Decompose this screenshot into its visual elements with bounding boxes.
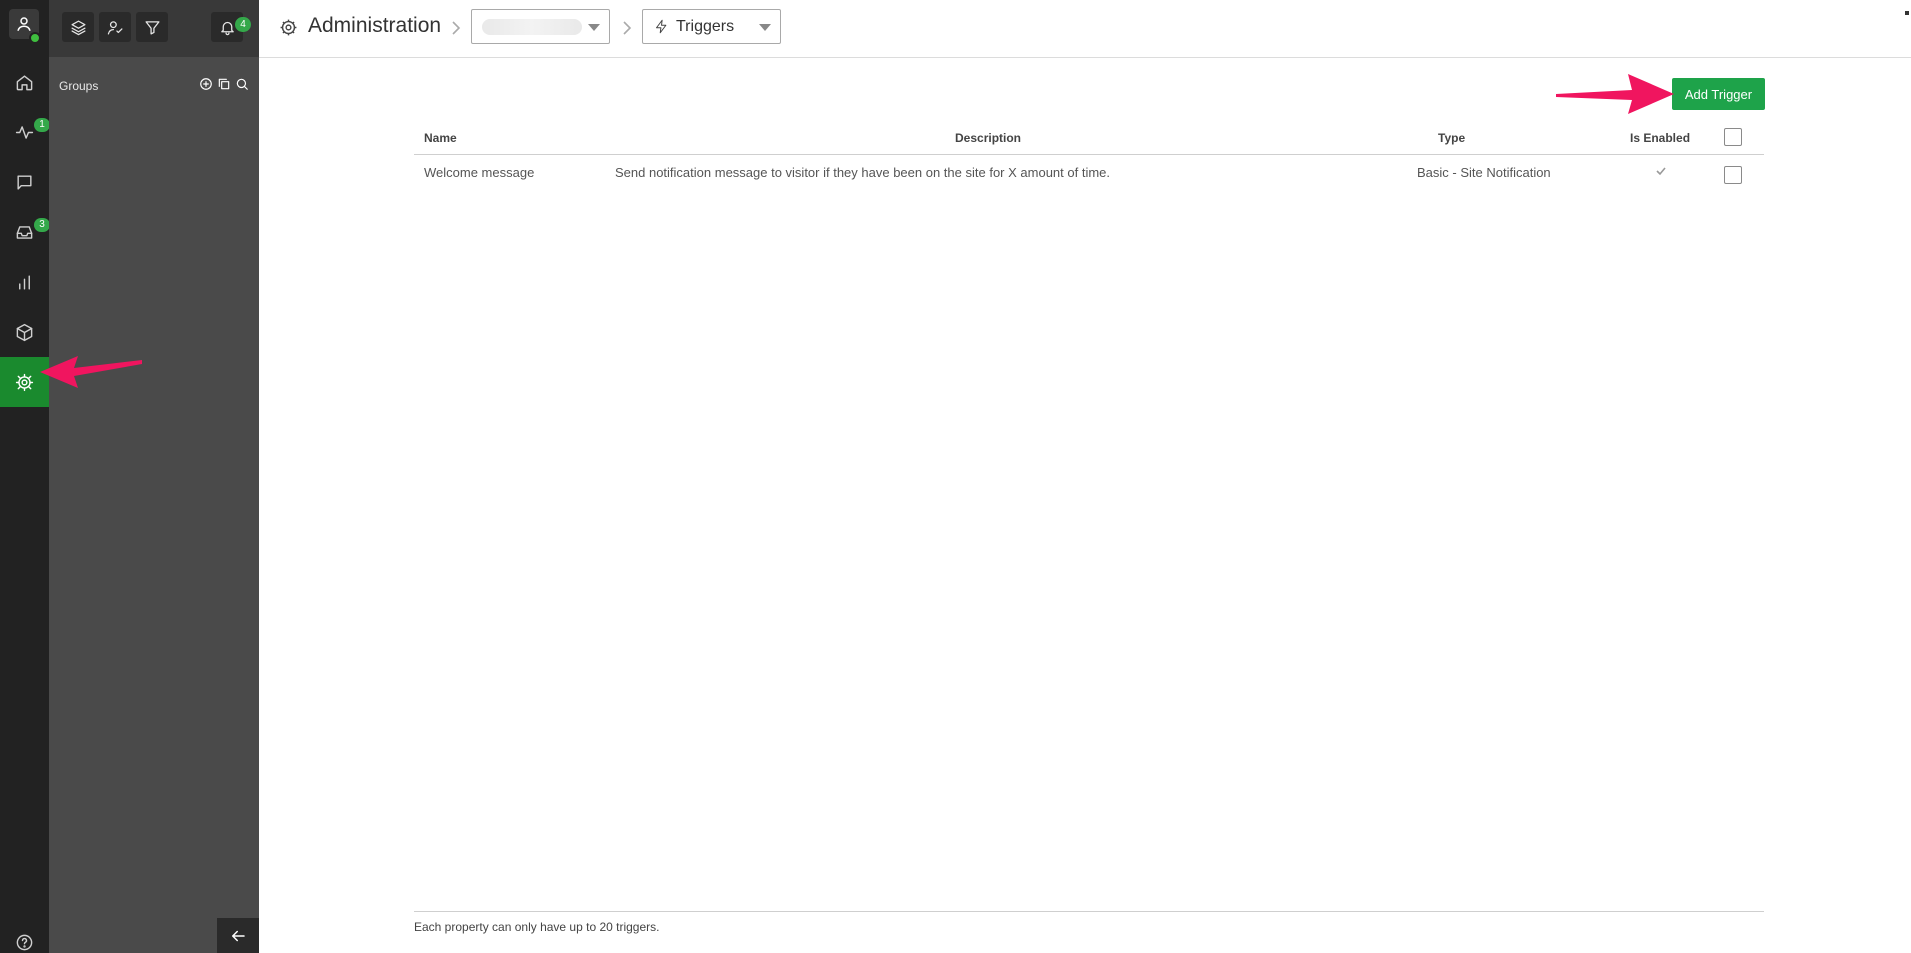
footer-divider xyxy=(414,911,1764,912)
breadcrumb-separator xyxy=(450,19,462,42)
user-check-icon xyxy=(107,20,123,35)
navigation-rail: 1 3 xyxy=(0,0,50,953)
filter-button[interactable] xyxy=(136,12,168,42)
filter-icon xyxy=(144,20,160,35)
lightning-icon-wrap xyxy=(654,19,669,39)
trigger-name[interactable]: Welcome message xyxy=(424,165,534,180)
column-description[interactable]: Description xyxy=(955,131,1021,145)
section-select-value: Triggers xyxy=(676,18,735,35)
chat-icon xyxy=(17,174,32,190)
chevron-right-icon xyxy=(452,21,461,35)
column-is-enabled[interactable]: Is Enabled xyxy=(1630,131,1690,145)
annotation-arrow-icon xyxy=(1556,74,1674,114)
select-all-checkbox[interactable] xyxy=(1724,128,1742,146)
groups-panel: 4 Groups xyxy=(49,0,259,953)
box-icon xyxy=(16,323,33,341)
layers-button[interactable] xyxy=(62,12,94,42)
arrow-left-icon xyxy=(232,930,245,941)
add-circle-icon[interactable] xyxy=(199,77,213,91)
bar-chart-icon xyxy=(19,274,30,290)
rail-help-button[interactable] xyxy=(0,917,49,953)
groups-actions xyxy=(199,77,249,91)
row-select-checkbox[interactable] xyxy=(1724,166,1742,184)
rail-chat-button[interactable] xyxy=(0,157,49,207)
page-title: Administration xyxy=(308,14,442,37)
rail-reports-button[interactable] xyxy=(0,257,49,307)
rail-inbox-button[interactable] xyxy=(0,207,49,257)
rail-activity-button[interactable] xyxy=(0,107,49,157)
groups-heading: Groups xyxy=(59,79,99,93)
gear-icon xyxy=(15,373,34,391)
trigger-description: Send notification message to visitor if … xyxy=(615,165,1110,180)
copy-icon[interactable] xyxy=(217,77,231,91)
search-icon[interactable] xyxy=(235,77,249,91)
notification-count-badge: 4 xyxy=(235,17,251,32)
chevron-down-icon xyxy=(588,24,600,31)
column-type[interactable]: Type xyxy=(1438,131,1465,145)
inbox-icon xyxy=(16,225,33,239)
chevron-down-icon xyxy=(759,24,771,31)
enabled-check-icon xyxy=(1655,164,1667,182)
online-status-dot xyxy=(29,32,41,44)
administration-icon-wrap xyxy=(279,18,298,42)
gear-icon xyxy=(280,19,297,36)
bell-icon xyxy=(220,21,234,35)
triggers-table-header: Name Description Type Is Enabled xyxy=(414,126,1764,155)
annotation-arrow-icon xyxy=(40,356,142,388)
trigger-limit-note: Each property can only have up to 20 tri… xyxy=(414,920,660,934)
user-icon xyxy=(17,17,31,31)
assigned-users-button[interactable] xyxy=(99,12,131,42)
collapse-panel-button[interactable] xyxy=(217,918,259,953)
table-row[interactable]: Welcome message Send notification messag… xyxy=(414,156,1764,192)
layers-icon xyxy=(70,19,86,35)
property-select[interactable] xyxy=(471,9,610,44)
help-icon xyxy=(16,934,33,950)
checkmark-icon xyxy=(1656,167,1666,176)
page-header: Administration Triggers xyxy=(259,0,1911,58)
inbox-count-badge: 3 xyxy=(34,218,50,232)
property-select-value xyxy=(482,19,582,35)
lightning-icon xyxy=(656,19,667,34)
window-corner-marker xyxy=(1905,11,1909,15)
column-name[interactable]: Name xyxy=(424,131,457,145)
home-icon xyxy=(16,74,33,90)
activity-icon xyxy=(15,125,34,139)
chevron-right-icon xyxy=(623,21,632,35)
trigger-type: Basic - Site Notification xyxy=(1417,165,1551,180)
breadcrumb-separator xyxy=(621,19,633,42)
panel-toolbar: 4 xyxy=(49,0,259,57)
activity-count-badge: 1 xyxy=(34,118,50,132)
section-select[interactable]: Triggers xyxy=(642,9,781,44)
rail-home-button[interactable] xyxy=(0,57,49,107)
add-trigger-button[interactable]: Add Trigger xyxy=(1672,78,1765,110)
